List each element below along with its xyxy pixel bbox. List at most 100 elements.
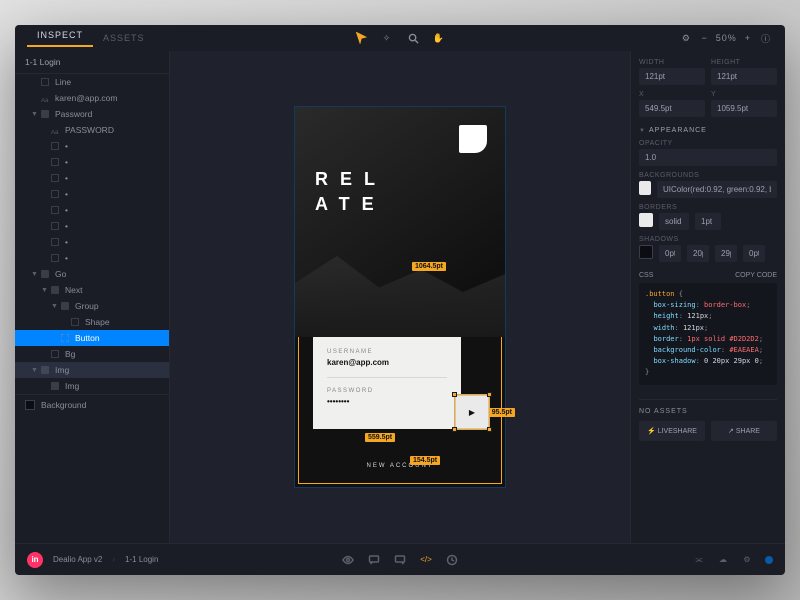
- layer-password[interactable]: ▼Password: [15, 106, 169, 122]
- artboard-title[interactable]: 1-1 Login: [15, 51, 169, 74]
- measurement-badge: 559.5pt: [365, 433, 395, 442]
- history-mode-icon[interactable]: [446, 554, 458, 566]
- layer-karen-app-com[interactable]: karen@app.com: [15, 90, 169, 106]
- comment-mode-icon[interactable]: [368, 554, 380, 566]
- layer--[interactable]: •: [15, 138, 169, 154]
- tab-inspect[interactable]: INSPECT: [27, 30, 93, 47]
- folder-icon: [41, 366, 49, 374]
- breadcrumb-screen[interactable]: 1-1 Login: [125, 555, 158, 564]
- zoom-out-icon[interactable]: −: [701, 33, 707, 43]
- folder-icon: [61, 302, 69, 310]
- code-block[interactable]: .button { box-sizing: border-box; height…: [639, 283, 777, 385]
- layer--[interactable]: •: [15, 154, 169, 170]
- layer-next[interactable]: ▼Next: [15, 282, 169, 298]
- gear-icon[interactable]: ⚙: [741, 554, 753, 566]
- background-swatch-icon: [25, 400, 35, 410]
- bg-value-input[interactable]: [657, 181, 777, 198]
- invision-logo-icon[interactable]: in: [27, 552, 43, 568]
- shape-icon: [51, 350, 59, 358]
- button-icon: [61, 334, 69, 342]
- background-layer[interactable]: Background: [15, 394, 169, 415]
- layer-go[interactable]: ▼Go: [15, 266, 169, 282]
- css-section-label[interactable]: CSS: [639, 272, 653, 279]
- x-label: X: [639, 91, 705, 98]
- share-icon[interactable]: ⫘: [693, 554, 705, 566]
- layer--[interactable]: •: [15, 170, 169, 186]
- layer-img[interactable]: ▼Img: [15, 362, 169, 378]
- height-input[interactable]: [711, 68, 777, 85]
- y-input[interactable]: [711, 100, 777, 117]
- comment2-mode-icon[interactable]: [394, 554, 406, 566]
- border-px-input[interactable]: [695, 213, 721, 230]
- code-mode-icon[interactable]: </>: [420, 554, 432, 566]
- share-button[interactable]: ↗ SHARE: [711, 421, 777, 441]
- layer-line[interactable]: Line: [15, 74, 169, 90]
- measurement-badge: 154.5pt: [410, 456, 440, 465]
- cloud-icon[interactable]: ☁: [717, 554, 729, 566]
- x-input[interactable]: [639, 100, 705, 117]
- shape-icon: [51, 158, 59, 166]
- shadow-spread-input[interactable]: [743, 245, 765, 262]
- layer--[interactable]: •: [15, 250, 169, 266]
- expand-tool-icon[interactable]: ✧: [380, 31, 394, 45]
- layer-img[interactable]: Img: [15, 378, 169, 394]
- folder-icon: [51, 286, 59, 294]
- new-account-link: NEW ACCOUNT: [295, 463, 505, 469]
- app-window: INSPECT ASSETS ✧ ✋ ⚙ − 50% + ⓘ 1-1 Login…: [15, 25, 785, 575]
- resize-handle-icon[interactable]: [487, 392, 492, 397]
- pointer-tool-icon[interactable]: [354, 31, 368, 45]
- bg-swatch-icon[interactable]: [639, 181, 651, 195]
- layer-bg[interactable]: Bg: [15, 346, 169, 362]
- liveshare-button[interactable]: ⚡ LIVESHARE: [639, 421, 705, 441]
- width-input[interactable]: [639, 68, 705, 85]
- presence-dot-icon[interactable]: [765, 556, 773, 564]
- layer--[interactable]: •: [15, 218, 169, 234]
- zoom-in-icon[interactable]: +: [745, 33, 751, 43]
- layer-password[interactable]: PASSWORD: [15, 122, 169, 138]
- artboard[interactable]: REL ATE USERNAME karen@app.com PASSWORD …: [295, 107, 505, 487]
- footer-modes: </>: [342, 554, 458, 566]
- border-swatch-icon[interactable]: [639, 213, 653, 227]
- footer-actions: ⫘ ☁ ⚙: [693, 554, 773, 566]
- backgrounds-label: BACKGROUNDS: [639, 172, 777, 179]
- layer-button[interactable]: Button: [15, 330, 169, 346]
- top-right-controls: ⚙ − 50% + ⓘ: [679, 31, 773, 45]
- shadow-swatch-icon[interactable]: [639, 245, 653, 259]
- copy-code-button[interactable]: COPY CODE: [735, 272, 777, 279]
- layer-shape[interactable]: Shape: [15, 314, 169, 330]
- layer--[interactable]: •: [15, 186, 169, 202]
- hand-tool-icon[interactable]: ✋: [432, 31, 446, 45]
- shadow-y-input[interactable]: [687, 245, 709, 262]
- password-label: PASSWORD: [327, 388, 447, 394]
- username-label: USERNAME: [327, 349, 447, 355]
- help-icon[interactable]: ⓘ: [759, 31, 773, 45]
- resize-handle-icon[interactable]: [452, 392, 457, 397]
- layer-group[interactable]: ▼Group: [15, 298, 169, 314]
- zoom-level: 50%: [716, 33, 737, 43]
- tool-palette: ✧ ✋: [354, 31, 446, 45]
- opacity-input[interactable]: [639, 149, 777, 166]
- preview-mode-icon[interactable]: [342, 554, 354, 566]
- shadow-x-input[interactable]: [659, 245, 681, 262]
- password-value: ••••••••: [327, 397, 447, 406]
- breadcrumb-project[interactable]: Dealio App v2: [53, 555, 102, 564]
- shape-icon: [51, 174, 59, 182]
- settings-icon[interactable]: ⚙: [679, 31, 693, 45]
- resize-handle-icon[interactable]: [452, 427, 457, 432]
- shape-icon: [51, 206, 59, 214]
- zoom-tool-icon[interactable]: [406, 31, 420, 45]
- opacity-label: OPACITY: [639, 140, 777, 147]
- selection-outline: [454, 394, 490, 430]
- resize-handle-icon[interactable]: [487, 427, 492, 432]
- tab-assets[interactable]: ASSETS: [93, 33, 155, 43]
- measurement-badge: 95.5pt: [489, 408, 515, 417]
- layer--[interactable]: •: [15, 202, 169, 218]
- layer--[interactable]: •: [15, 234, 169, 250]
- measurement-badge: 1064.5pt: [412, 262, 446, 271]
- selected-button-element[interactable]: [455, 395, 489, 429]
- appearance-section[interactable]: ▼APPEARANCE: [639, 127, 777, 134]
- border-type-input[interactable]: [659, 213, 689, 230]
- shape-icon: [51, 142, 59, 150]
- canvas[interactable]: REL ATE USERNAME karen@app.com PASSWORD …: [170, 51, 630, 543]
- shadow-blur-input[interactable]: [715, 245, 737, 262]
